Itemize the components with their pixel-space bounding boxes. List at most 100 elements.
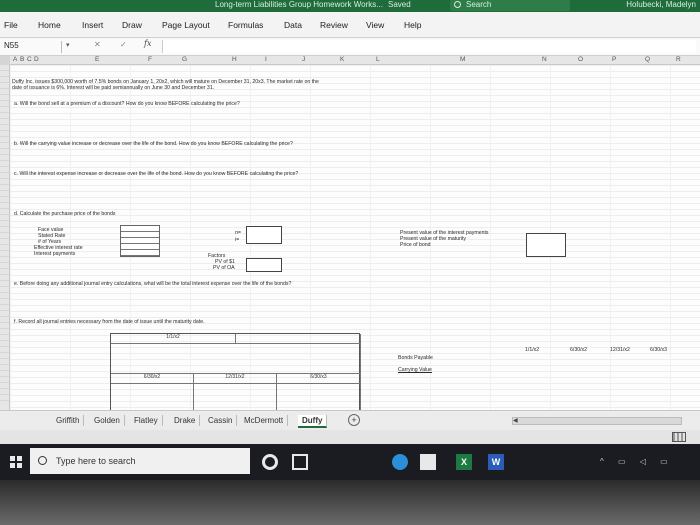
tab-file[interactable]: File	[4, 20, 18, 30]
system-tray[interactable]: ^ ▭ ◁ ▭	[600, 457, 674, 466]
je-date-cell[interactable]: 1/1/x2	[111, 334, 236, 344]
je-cell[interactable]	[111, 344, 361, 374]
title-bar: Long-term Liabilities Group Homework Wor…	[0, 0, 700, 12]
je-cell[interactable]	[277, 384, 361, 412]
price-of-bond-label: Price of bond	[400, 242, 431, 248]
question-a[interactable]: a. Will the bond sell at a premium of a …	[14, 101, 240, 107]
saved-status[interactable]: Saved	[388, 0, 411, 9]
column-header[interactable]: L	[376, 56, 380, 63]
tab-draw[interactable]: Draw	[122, 20, 142, 30]
title-search-box[interactable]: Search	[450, 0, 570, 11]
taskbar-search-placeholder: Type here to search	[56, 456, 136, 466]
question-c[interactable]: c. Will the interest expense increase or…	[14, 171, 298, 177]
sheet-tab-duffy[interactable]: Duffy	[298, 415, 328, 428]
tab-insert[interactable]: Insert	[82, 20, 103, 30]
normal-view-icon[interactable]	[672, 432, 686, 442]
column-header[interactable]: E	[95, 56, 99, 63]
sheet-tab-drake[interactable]: Drake	[170, 415, 201, 426]
n-i-box[interactable]	[246, 226, 282, 244]
worksheet-grid[interactable]: Duffy Inc. issues $300,000 worth of 7.5%…	[10, 65, 700, 413]
sheet-tab-golden[interactable]: Golden	[90, 415, 125, 426]
question-f[interactable]: f. Record all journal entries necessary …	[14, 319, 205, 325]
tab-page-layout[interactable]: Page Layout	[162, 20, 210, 30]
timeline-date[interactable]: 6/30/x3	[650, 347, 667, 353]
question-b[interactable]: b. Will the carrying value increase or d…	[14, 141, 293, 147]
sheet-tab-mcdermott[interactable]: McDermott	[240, 415, 289, 426]
timeline-date[interactable]: 1/1/x2	[525, 347, 539, 353]
je-cell[interactable]	[194, 384, 277, 412]
screen: Long-term Liabilities Group Homework Wor…	[0, 0, 700, 480]
input-table[interactable]	[120, 225, 160, 257]
cancel-icon[interactable]: ✕	[94, 40, 101, 49]
factors-box[interactable]	[246, 258, 282, 272]
horizontal-scrollbar[interactable]: ◀	[512, 417, 682, 425]
timeline-date[interactable]: 6/30/x2	[570, 347, 587, 353]
timeline-date[interactable]: 12/31/x2	[610, 347, 630, 353]
edge-browser-icon[interactable]	[392, 454, 408, 470]
column-header[interactable]: D	[34, 56, 39, 63]
task-view-icon[interactable]	[292, 454, 308, 470]
enter-icon[interactable]: ✓	[120, 40, 127, 49]
je-cell[interactable]	[111, 384, 194, 412]
problem-text-line2[interactable]: date of issuance is 6%. Interest will be…	[12, 85, 214, 91]
tab-view[interactable]: View	[366, 20, 384, 30]
windows-start-icon[interactable]	[10, 456, 22, 468]
store-icon[interactable]	[420, 454, 436, 470]
price-answer-box[interactable]	[526, 233, 566, 257]
journal-entry-table[interactable]: 1/1/x2 6/30/x2 12/31/x2 6/30/x3	[110, 333, 361, 413]
column-header[interactable]: C	[27, 56, 32, 63]
column-header[interactable]: H	[232, 56, 237, 63]
je-date-cell[interactable]: 12/31/x2	[194, 374, 277, 384]
select-all-button[interactable]	[0, 56, 10, 65]
tab-help[interactable]: Help	[404, 20, 421, 30]
column-header[interactable]: G	[182, 56, 187, 63]
row-headers[interactable]	[0, 65, 10, 410]
question-e[interactable]: e. Before doing any additional journal e…	[14, 281, 291, 287]
ribbon: File Home Insert Draw Page Layout Formul…	[0, 12, 700, 38]
carrying-value-label: Carrying Value	[398, 367, 432, 373]
tab-formulas[interactable]: Formulas	[228, 20, 263, 30]
word-app-icon[interactable]: W	[488, 454, 504, 470]
column-header[interactable]: M	[460, 56, 465, 63]
add-sheet-icon[interactable]: +	[348, 414, 360, 426]
excel-app-icon[interactable]: X	[456, 454, 472, 470]
name-box[interactable]: N55	[2, 41, 62, 53]
column-header[interactable]: I	[265, 56, 267, 63]
sheet-tab-flatley[interactable]: Flatley	[130, 415, 163, 426]
je-date-cell[interactable]: 6/30/x2	[111, 374, 194, 384]
sheet-tab-griffith[interactable]: Griffith	[52, 415, 85, 426]
tab-review[interactable]: Review	[320, 20, 348, 30]
je-date-cell[interactable]: 6/30/x3	[277, 374, 361, 384]
column-header[interactable]: N	[542, 56, 547, 63]
question-d[interactable]: d. Calculate the purchase price of the b…	[14, 211, 116, 217]
n-label: n=	[235, 230, 241, 236]
column-header[interactable]: O	[578, 56, 583, 63]
je-cell[interactable]	[236, 334, 361, 344]
insert-function-icon[interactable]: fx	[144, 39, 151, 48]
bonds-payable-label: Bonds Payable	[398, 355, 433, 361]
scroll-left-icon[interactable]: ◀	[513, 417, 518, 424]
i-label: i=	[235, 237, 240, 243]
column-header[interactable]: Q	[645, 56, 650, 63]
user-name[interactable]: Holubecki, Madelyn	[626, 0, 696, 9]
column-header[interactable]: A	[13, 56, 17, 63]
cortana-icon[interactable]	[262, 454, 278, 470]
tab-data[interactable]: Data	[284, 20, 302, 30]
column-header[interactable]: B	[20, 56, 24, 63]
taskbar-search-box[interactable]: Type here to search	[30, 448, 250, 474]
label-interest-payments[interactable]: Interest payments	[34, 251, 75, 257]
search-icon	[454, 1, 461, 8]
column-header[interactable]: P	[612, 56, 616, 63]
column-header[interactable]: R	[676, 56, 681, 63]
column-headers: A B C D E F G H I J K L M N O P Q R	[0, 56, 700, 65]
tab-home[interactable]: Home	[38, 20, 61, 30]
column-header[interactable]: F	[148, 56, 152, 63]
laptop-bezel	[0, 480, 700, 525]
sheet-tab-cassin[interactable]: Cassin	[204, 415, 238, 426]
column-header[interactable]: K	[340, 56, 344, 63]
factor-pvoa: PV of OA	[213, 265, 235, 271]
formula-input[interactable]	[162, 40, 696, 53]
column-header[interactable]: J	[302, 56, 305, 63]
search-icon	[38, 456, 47, 465]
chevron-down-icon[interactable]: ▾	[66, 41, 70, 49]
